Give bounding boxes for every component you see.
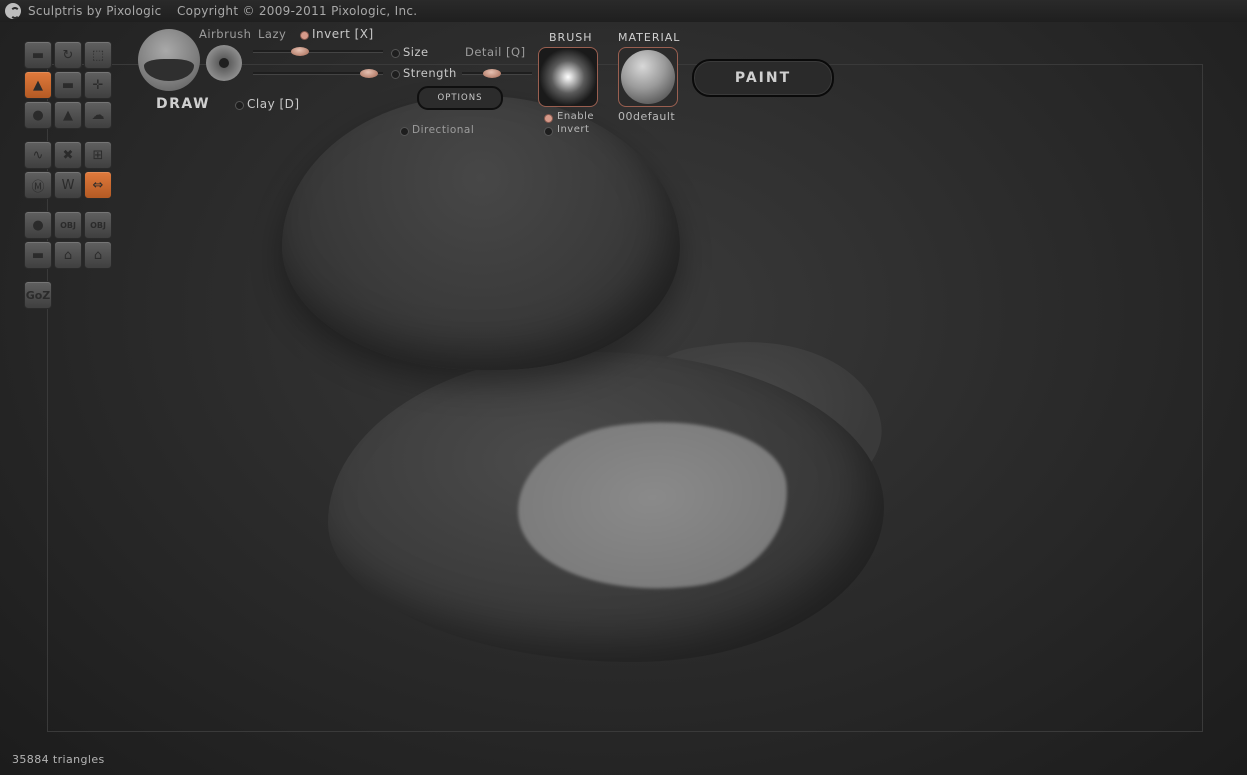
crease-icon: ▬	[31, 47, 45, 63]
draw-tool-button[interactable]: ▲	[24, 71, 52, 99]
flatten-tool-button[interactable]: ▬	[54, 71, 82, 99]
size-slider-track[interactable]	[253, 50, 383, 52]
material-name: 00default	[618, 110, 676, 123]
inflate-tool-button[interactable]: ●	[24, 101, 52, 129]
strength-label: Strength	[403, 66, 457, 80]
brush-invert-label: Invert	[557, 124, 590, 135]
detail-label: Detail [Q]	[465, 45, 526, 59]
wireframe-icon: W	[61, 177, 75, 193]
export-obj-button[interactable]: OBJ	[84, 211, 112, 239]
brush-mode-preview[interactable]	[138, 29, 200, 91]
detail-slider-knob[interactable]	[483, 69, 501, 78]
airbrush-toggle[interactable]: Airbrush	[199, 27, 251, 41]
stroke-type-button[interactable]	[206, 45, 242, 81]
save-button[interactable]: ⌂	[84, 241, 112, 269]
export-obj-icon: OBJ	[90, 220, 106, 230]
brush-mode-label: DRAW	[156, 96, 211, 112]
options-button[interactable]: OPTIONS	[417, 86, 503, 110]
invert-radio[interactable]	[300, 31, 309, 40]
flatten-icon: ▬	[61, 77, 75, 93]
brush-enable-label: Enable	[557, 111, 595, 122]
lazy-toggle[interactable]: Lazy	[258, 27, 286, 41]
dent-shape	[144, 59, 194, 81]
brush-texture-button[interactable]	[538, 47, 598, 107]
clay-radio[interactable]	[235, 101, 244, 110]
wireframe-button[interactable]: W	[54, 171, 82, 199]
triangle-count: 35884 triangles	[12, 753, 105, 766]
reduce-brush-button[interactable]: ∿	[24, 141, 52, 169]
app-title: Sculptris by Pixologic	[28, 4, 162, 18]
reduce-selected-button[interactable]: ✖	[54, 141, 82, 169]
strength-slider-knob[interactable]	[360, 69, 378, 78]
brush-title: BRUSH	[549, 31, 593, 44]
crease-tool-button[interactable]: ▬	[24, 41, 52, 69]
scale-icon: ⬚	[91, 47, 105, 63]
material-sphere-preview	[621, 50, 675, 104]
plane-icon: ▬	[31, 247, 45, 263]
pinch-icon: ▲	[63, 107, 73, 123]
directional-label: Directional	[412, 124, 475, 136]
smooth-icon: ☁	[91, 107, 105, 123]
copyright-text: Copyright © 2009-2011 Pixologic, Inc.	[177, 4, 418, 18]
grid-icon: ⊞	[92, 147, 104, 163]
size-label: Size	[403, 45, 429, 59]
paint-button[interactable]: PAINT	[692, 59, 834, 97]
open-button[interactable]: ⌂	[54, 241, 82, 269]
sphere-icon: ●	[32, 217, 44, 233]
symmetry-button[interactable]: ⇔	[84, 171, 112, 199]
goz-button[interactable]: GoZ	[24, 281, 52, 309]
new-plane-button[interactable]: ▬	[24, 241, 52, 269]
draw-icon: ▲	[33, 77, 43, 93]
import-obj-icon: OBJ	[60, 220, 76, 230]
clay-label: Clay [D]	[247, 97, 300, 111]
inflate-icon: ●	[32, 107, 44, 123]
rotate-icon: ↻	[62, 47, 74, 63]
brush-enable-radio[interactable]	[544, 114, 553, 123]
strength-radio[interactable]	[391, 70, 400, 79]
open-house-icon: ⌂	[63, 247, 73, 263]
size-slider-knob[interactable]	[291, 47, 309, 56]
subdivide-button[interactable]: ⊞	[84, 141, 112, 169]
material-title: MATERIAL	[618, 31, 681, 44]
directional-radio[interactable]	[400, 127, 409, 136]
sculptris-logo-icon	[5, 3, 21, 19]
stroke-dot-icon	[219, 58, 229, 68]
size-radio[interactable]	[391, 49, 400, 58]
smooth-tool-button[interactable]: ☁	[84, 101, 112, 129]
rotate-tool-button[interactable]: ↻	[54, 41, 82, 69]
grab-tool-button[interactable]: ✛	[84, 71, 112, 99]
move-arrows-icon: ✛	[92, 77, 104, 93]
reduce-brush-icon: ∿	[32, 147, 44, 163]
save-house-icon: ⌂	[93, 247, 103, 263]
new-sphere-button[interactable]: ●	[24, 211, 52, 239]
invert-label: Invert [X]	[312, 27, 374, 41]
scale-tool-button[interactable]: ⬚	[84, 41, 112, 69]
material-button[interactable]	[618, 47, 678, 107]
goz-label: GoZ	[25, 288, 51, 302]
title-bar: Sculptris by Pixologic Copyright © 2009-…	[0, 0, 1247, 22]
reduce-selected-icon: ✖	[62, 147, 74, 163]
mask-button[interactable]: Ⓜ	[24, 171, 52, 199]
import-obj-button[interactable]: OBJ	[54, 211, 82, 239]
mask-icon: Ⓜ	[31, 179, 45, 195]
pinch-tool-button[interactable]: ▲	[54, 101, 82, 129]
brush-invert-radio[interactable]	[544, 127, 553, 136]
symmetry-arrows-icon: ⇔	[92, 177, 104, 193]
